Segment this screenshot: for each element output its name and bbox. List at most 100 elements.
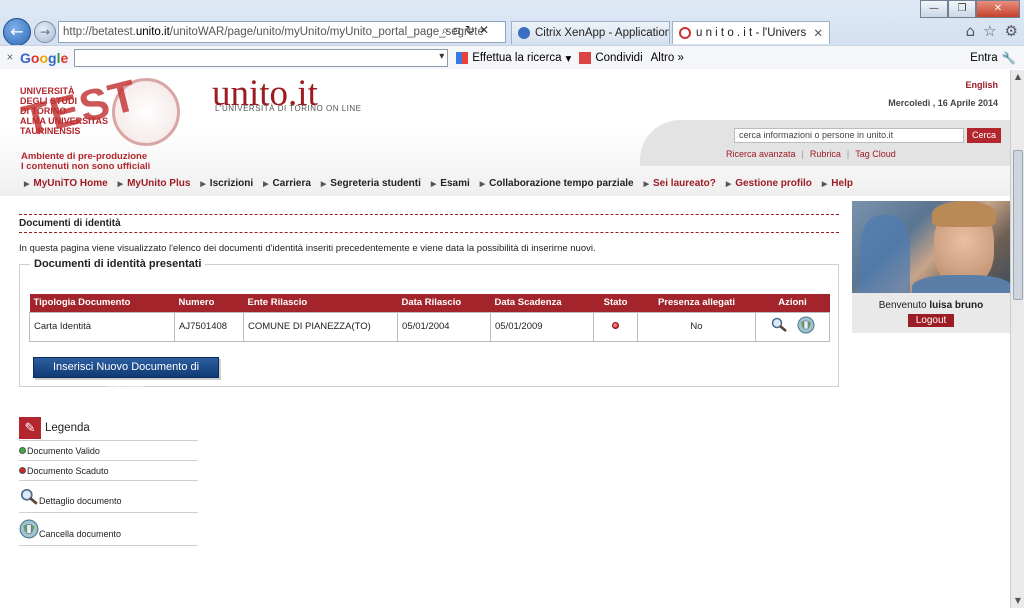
english-link[interactable]: English <box>965 80 998 90</box>
tab-unito[interactable]: u n i t o . i t - l'Università di ... ✕ <box>672 21 830 44</box>
signin-button[interactable]: Entra 🔧 <box>970 51 1016 65</box>
legend-label: Cancella documento <box>39 529 122 539</box>
delete-globe-icon <box>19 519 39 539</box>
citrix-favicon-icon <box>518 27 530 39</box>
menu-label: MyUniTO Home <box>33 178 108 189</box>
settings-gear-icon[interactable]: ⚙ <box>1005 22 1018 40</box>
google-search-input[interactable] <box>74 48 449 67</box>
share-label: Condividi <box>595 51 643 64</box>
magnifier-icon <box>20 488 38 505</box>
legend-item: Documento Scaduto <box>19 460 198 480</box>
directory-link[interactable]: Rubrica <box>810 149 841 159</box>
minimize-icon[interactable]: — <box>920 0 948 18</box>
arrow-right-icon: ▶ <box>200 180 206 188</box>
legend-title: Legenda <box>45 422 90 434</box>
compat-view-icon[interactable]: ▫ <box>453 23 461 38</box>
legend-item: Cancella documento <box>19 512 198 546</box>
preprod-notice: Ambiente di pre-produzione I contenuti n… <box>21 152 150 172</box>
table-header-row: Tipologia Documento Numero Ente Rilascio… <box>29 294 830 312</box>
arrow-right-icon: ▶ <box>263 180 269 188</box>
quick-links: Ricerca avanzata | Rubrica | Tag Cloud <box>726 149 896 159</box>
user-panel: Benvenuto luisa bruno Logout <box>852 293 1010 333</box>
scroll-up-icon[interactable]: ▲ <box>1011 70 1024 84</box>
menu-item-myunito-home[interactable]: ▶ MyUniTO Home <box>24 178 108 189</box>
menu-item-myunito-plus[interactable]: ▶ MyUnito Plus <box>118 178 191 189</box>
window-close-icon[interactable]: ✕ <box>976 0 1020 18</box>
tab-close-icon[interactable]: ✕ <box>807 26 823 40</box>
menu-item-esami[interactable]: ▶ Esami <box>431 178 470 189</box>
menu-item-carriera[interactable]: ▶ Carriera <box>263 178 311 189</box>
arrow-right-icon: ▶ <box>821 180 828 188</box>
documents-table: Tipologia Documento Numero Ente Rilascio… <box>29 294 830 342</box>
menu-label: Gestione profilo <box>735 178 812 189</box>
tab-label: u n i t o . i t - l'Università di ... <box>696 27 807 39</box>
site-search-button[interactable]: Cerca <box>967 128 1001 143</box>
arrow-right-icon: ▶ <box>117 180 124 188</box>
menu-item-help[interactable]: ▶ Help <box>822 178 853 189</box>
menu-item-segreteria[interactable]: ▶ Segreteria studenti <box>321 178 421 189</box>
col-header-azioni: Azioni <box>755 294 830 312</box>
legend-item: Documento Valido <box>19 440 198 460</box>
tab-citrix[interactable]: Citrix XenApp - Applications <box>511 21 670 44</box>
menu-item-gestione-profilo[interactable]: ▶ Gestione profilo <box>726 178 812 189</box>
scroll-thumb[interactable] <box>1013 150 1023 300</box>
welcome-label: Benvenuto <box>878 300 927 311</box>
separator: | <box>801 149 804 159</box>
address-prefix: http://betatest. <box>63 26 136 38</box>
legend-header: ✎ Legenda <box>19 416 198 440</box>
close-toolbar-icon[interactable]: × <box>0 52 20 64</box>
home-icon[interactable]: ⌂ <box>966 22 976 40</box>
address-bar[interactable]: http://betatest. unito.it/unitoWAR/page/u… <box>58 21 506 43</box>
intro-text: In questa pagina viene visualizzato l'el… <box>19 243 596 254</box>
browser-chrome: — ❐ ✕ ← → http://betatest. unito.it/unito… <box>0 0 1024 69</box>
legend-pin-icon: ✎ <box>19 417 41 439</box>
fieldset-title: Documenti di identità presentati <box>30 258 206 270</box>
vertical-scrollbar[interactable]: ▲ ▼ <box>1010 70 1024 608</box>
site-search-input[interactable]: cerca informazioni o persone in unito.it <box>734 128 964 143</box>
wrench-icon[interactable]: 🔧 <box>1002 51 1016 65</box>
cell-ente: COMUNE DI PIANEZZA(TO) <box>243 311 398 342</box>
forward-button[interactable]: → <box>34 21 56 43</box>
col-header-numero: Numero <box>174 294 244 312</box>
photo-background <box>860 215 910 293</box>
cell-allegati: No <box>637 311 756 342</box>
logout-button[interactable]: Logout <box>907 314 955 327</box>
more-button[interactable]: Altro » <box>651 52 684 64</box>
back-button[interactable]: ← <box>3 18 31 46</box>
share-button[interactable]: Condividi <box>579 51 643 64</box>
separator: | <box>846 149 850 159</box>
refresh-icon[interactable]: ↻ <box>465 23 475 38</box>
insert-new-document-button[interactable]: Inserisci Nuovo Documento di Identità <box>33 357 219 392</box>
window-controls: — ❐ ✕ <box>920 0 1020 18</box>
share-icon <box>579 51 592 64</box>
menu-item-iscrizioni[interactable]: ▶ Iscrizioni <box>200 178 253 189</box>
student-photo <box>852 201 1010 293</box>
search-icon[interactable]: ⌕ <box>442 23 449 38</box>
google-logo: Google <box>20 49 69 66</box>
menu-label: Sei laureato? <box>653 178 716 189</box>
google-search-icon <box>456 51 469 64</box>
unito-favicon-icon <box>679 27 691 39</box>
address-path: /unitoWAR/page/unito/myUnito/myUnito_por… <box>169 26 484 38</box>
preprod-line-2: I contenuti non sono ufficiali <box>21 161 151 172</box>
menu-label: MyUnito Plus <box>127 178 191 189</box>
col-header-ente: Ente Rilascio <box>243 294 398 312</box>
menu-label: Iscrizioni <box>209 178 254 189</box>
menu-item-collaborazione[interactable]: ▶ Collaborazione tempo parziale <box>480 178 634 189</box>
cell-azioni <box>755 311 830 342</box>
main-menu: ▶ MyUniTO Home ▶ MyUnito Plus ▶ Iscrizioni … <box>24 178 863 189</box>
restore-icon[interactable]: ❐ <box>948 0 976 18</box>
google-toolbar: × Google Effettua la ricerca▾ Condividi … <box>0 45 1024 69</box>
google-search-button[interactable]: Effettua la ricerca ▾ <box>456 51 571 65</box>
magnifier-icon[interactable] <box>770 317 788 336</box>
address-domain: unito.it <box>135 26 170 38</box>
delete-globe-icon[interactable] <box>797 316 815 337</box>
favorites-star-icon[interactable]: ☆ <box>983 22 996 40</box>
menu-label: Help <box>831 178 853 189</box>
welcome-line: Benvenuto luisa bruno <box>852 300 1010 311</box>
advanced-search-link[interactable]: Ricerca avanzata <box>726 149 796 159</box>
stop-icon[interactable]: ✕ <box>479 23 489 38</box>
menu-item-sei-laureato[interactable]: ▶ Sei laureato? <box>644 178 716 189</box>
scroll-down-icon[interactable]: ▼ <box>1011 594 1024 608</box>
tag-cloud-link[interactable]: Tag Cloud <box>855 149 896 159</box>
